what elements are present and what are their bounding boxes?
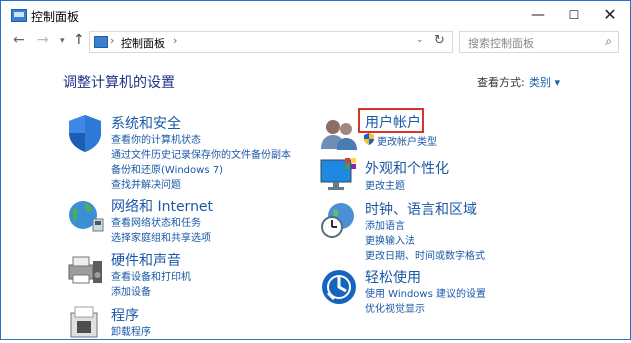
ease-of-access-icon[interactable]: [319, 267, 359, 307]
category-system-security[interactable]: 系统和安全: [111, 113, 181, 133]
control-panel-icon: [11, 9, 27, 22]
search-input[interactable]: 搜索控制面板: [468, 35, 534, 51]
printer-speaker-icon[interactable]: [65, 249, 105, 289]
up-arrow-icon[interactable]: ↑: [73, 32, 85, 48]
link-view-computer-status[interactable]: 查看你的计算机状态: [111, 131, 201, 146]
breadcrumb-separator-icon[interactable]: ›: [110, 34, 114, 47]
category-hardware-sound[interactable]: 硬件和声音: [111, 250, 181, 270]
category-ease-of-access[interactable]: 轻松使用: [365, 267, 421, 287]
navigation-bar: ← → ▾ ↑ › 控制面板 › ⌄ ↻ 搜索控制面板 ⌕: [1, 31, 630, 53]
breadcrumb-separator-icon[interactable]: ›: [173, 34, 177, 47]
category-clock-language-region[interactable]: 时钟、语言和区域: [365, 199, 477, 219]
link-uninstall-program[interactable]: 卸载程序: [111, 323, 151, 338]
breadcrumb-control-panel[interactable]: 控制面板: [121, 35, 165, 51]
refresh-icon[interactable]: ↻: [434, 33, 445, 48]
link-optimize-visual-display[interactable]: 优化视觉显示: [365, 300, 425, 315]
link-recommended-settings[interactable]: 使用 Windows 建议的设置: [365, 285, 486, 300]
link-view-network-status[interactable]: 查看网络状态和任务: [111, 214, 201, 229]
user-accounts-icon[interactable]: [319, 113, 359, 153]
address-dropdown-icon[interactable]: ⌄: [416, 35, 424, 45]
network-globe-icon[interactable]: [65, 195, 105, 235]
programs-icon[interactable]: [65, 303, 105, 343]
forward-arrow-icon[interactable]: →: [37, 32, 49, 48]
recent-locations-chevron-icon[interactable]: ▾: [60, 36, 65, 46]
control-panel-small-icon: [94, 36, 108, 48]
link-change-date-time-format[interactable]: 更改日期、时间或数字格式: [365, 247, 485, 262]
link-devices-printers[interactable]: 查看设备和打印机: [111, 268, 191, 283]
back-arrow-icon[interactable]: ←: [13, 32, 25, 48]
control-panel-window: 控制面板 — ☐ ✕ ← → ▾ ↑ › 控制面板 › ⌄ ↻ 搜索控制面板 ⌕…: [0, 0, 631, 340]
link-change-input-method[interactable]: 更换输入法: [365, 232, 415, 247]
clock-globe-icon[interactable]: [319, 200, 359, 240]
category-programs[interactable]: 程序: [111, 305, 139, 325]
address-bar[interactable]: › 控制面板 › ⌄ ↻: [89, 31, 453, 53]
category-user-accounts[interactable]: 用户帐户: [365, 112, 421, 132]
link-homegroup-sharing[interactable]: 选择家庭组和共享选项: [111, 229, 211, 244]
link-backup-restore[interactable]: 备份和还原(Windows 7): [111, 161, 223, 176]
view-by-label: 查看方式:: [477, 76, 525, 89]
link-change-account-type[interactable]: 更改帐户类型: [377, 133, 437, 148]
window-title: 控制面板: [31, 10, 80, 24]
category-network-internet[interactable]: 网络和 Internet: [111, 196, 213, 216]
link-add-language[interactable]: 添加语言: [365, 217, 405, 232]
shield-icon[interactable]: [65, 113, 105, 153]
title-bar: 控制面板 — ☐ ✕: [1, 1, 630, 29]
link-change-theme[interactable]: 更改主题: [365, 177, 405, 192]
link-troubleshoot[interactable]: 查找并解决问题: [111, 176, 181, 191]
search-box[interactable]: 搜索控制面板 ⌕: [459, 31, 619, 53]
page-title: 调整计算机的设置: [63, 75, 175, 91]
minimize-button[interactable]: —: [520, 1, 556, 29]
link-add-device[interactable]: 添加设备: [111, 283, 151, 298]
search-icon[interactable]: ⌕: [605, 34, 612, 49]
link-file-history-backup[interactable]: 通过文件历史记录保存你的文件备份副本: [111, 146, 291, 161]
category-appearance-personalization[interactable]: 外观和个性化: [365, 158, 449, 178]
close-button[interactable]: ✕: [592, 1, 628, 29]
appearance-monitor-icon[interactable]: [319, 156, 359, 196]
maximize-button[interactable]: ☐: [556, 1, 592, 29]
uac-shield-icon: [364, 133, 374, 145]
view-by-dropdown[interactable]: 类别 ▾: [529, 74, 560, 90]
